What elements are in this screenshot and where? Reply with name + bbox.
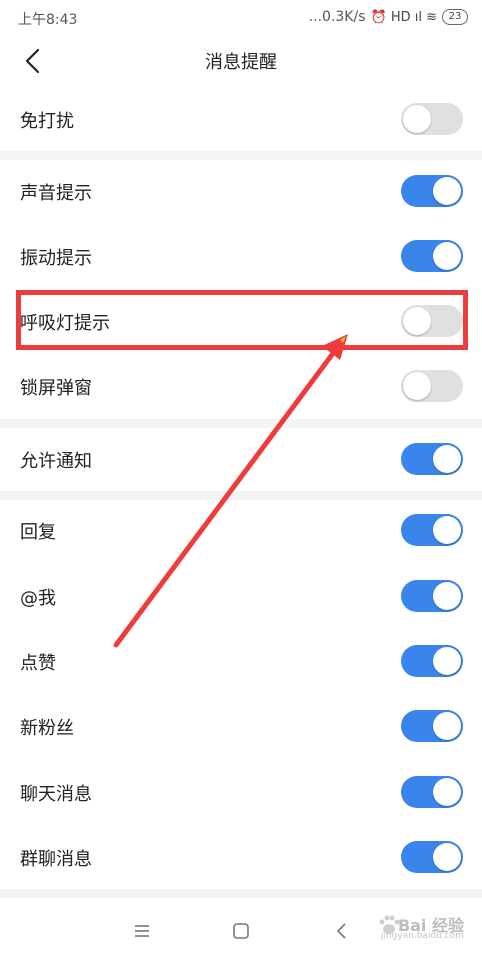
setting-row-new-fans: 新粉丝 [0, 694, 482, 758]
setting-label: 回复 [20, 522, 56, 543]
page-title: 消息提醒 [205, 52, 277, 73]
setting-label: 允许通知 [20, 451, 92, 472]
toggle-knob [433, 445, 461, 473]
setting-row-group-chat: 群聊消息 [0, 825, 482, 889]
watermark-sub: jingyan.baidu.com [380, 931, 464, 941]
setting-row-reply: 回复 [0, 498, 482, 562]
setting-label: 聊天消息 [20, 784, 92, 805]
setting-label: 锁屏弹窗 [20, 378, 92, 399]
group-chat-toggle[interactable] [401, 841, 463, 873]
setting-label: 群聊消息 [20, 849, 92, 870]
new-fans-toggle[interactable] [401, 710, 463, 742]
annotation-highlight-box [16, 290, 468, 350]
setting-label: @我 [20, 588, 56, 609]
allow-notify-toggle[interactable] [401, 443, 463, 475]
toggle-knob [433, 843, 461, 871]
status-right: ...0.3K/s ⏰ HD ıl ≋ 23 [309, 9, 468, 25]
toggle-knob [433, 712, 461, 740]
watermark: Bai 经验 jingyan.baidu.com [374, 910, 464, 942]
mention-toggle[interactable] [401, 580, 463, 612]
setting-label: 振动提示 [20, 248, 92, 269]
toggle-knob [433, 177, 461, 205]
setting-row-sound: 声音提示 [0, 159, 482, 223]
setting-row-dnd: 免打扰 [0, 87, 482, 151]
toggle-knob [403, 372, 431, 400]
like-toggle[interactable] [401, 645, 463, 677]
setting-label: 点赞 [20, 653, 56, 674]
battery-icon: 23 [442, 9, 468, 25]
setting-label: 新粉丝 [20, 718, 74, 739]
status-bar: 上午8:43 ...0.3K/s ⏰ HD ıl ≋ 23 [0, 0, 482, 36]
nav-bar: 消息提醒 [0, 36, 482, 86]
toggle-knob [433, 778, 461, 806]
back-icon[interactable] [331, 920, 353, 942]
network-speed: ...0.3K/s [308, 9, 366, 25]
toggle-knob [403, 105, 431, 133]
sound-toggle[interactable] [401, 175, 463, 207]
lockscreen-toggle[interactable] [401, 370, 463, 402]
toggle-knob [433, 516, 461, 544]
section-divider [0, 889, 482, 898]
reply-toggle[interactable] [401, 514, 463, 546]
chat-toggle[interactable] [401, 776, 463, 808]
vibrate-toggle[interactable] [401, 240, 463, 272]
setting-row-vibrate: 振动提示 [0, 224, 482, 288]
signal-icons: ⏰ HD ıl ≋ [370, 9, 438, 25]
menu-icon[interactable] [131, 920, 153, 942]
toggle-knob [433, 582, 461, 610]
setting-row-chat: 聊天消息 [0, 760, 482, 824]
dnd-toggle[interactable] [401, 103, 463, 135]
home-icon[interactable] [230, 920, 252, 942]
setting-label: 声音提示 [20, 183, 92, 204]
setting-row-lockscreen: 锁屏弹窗 [0, 354, 482, 418]
setting-row-like: 点赞 [0, 629, 482, 693]
toggle-knob [433, 242, 461, 270]
setting-row-allow-notify: 允许通知 [0, 427, 482, 491]
setting-label: 免打扰 [20, 111, 74, 132]
toggle-knob [433, 647, 461, 675]
status-time: 上午8:43 [18, 12, 78, 28]
setting-row-mention: @我 [0, 564, 482, 628]
